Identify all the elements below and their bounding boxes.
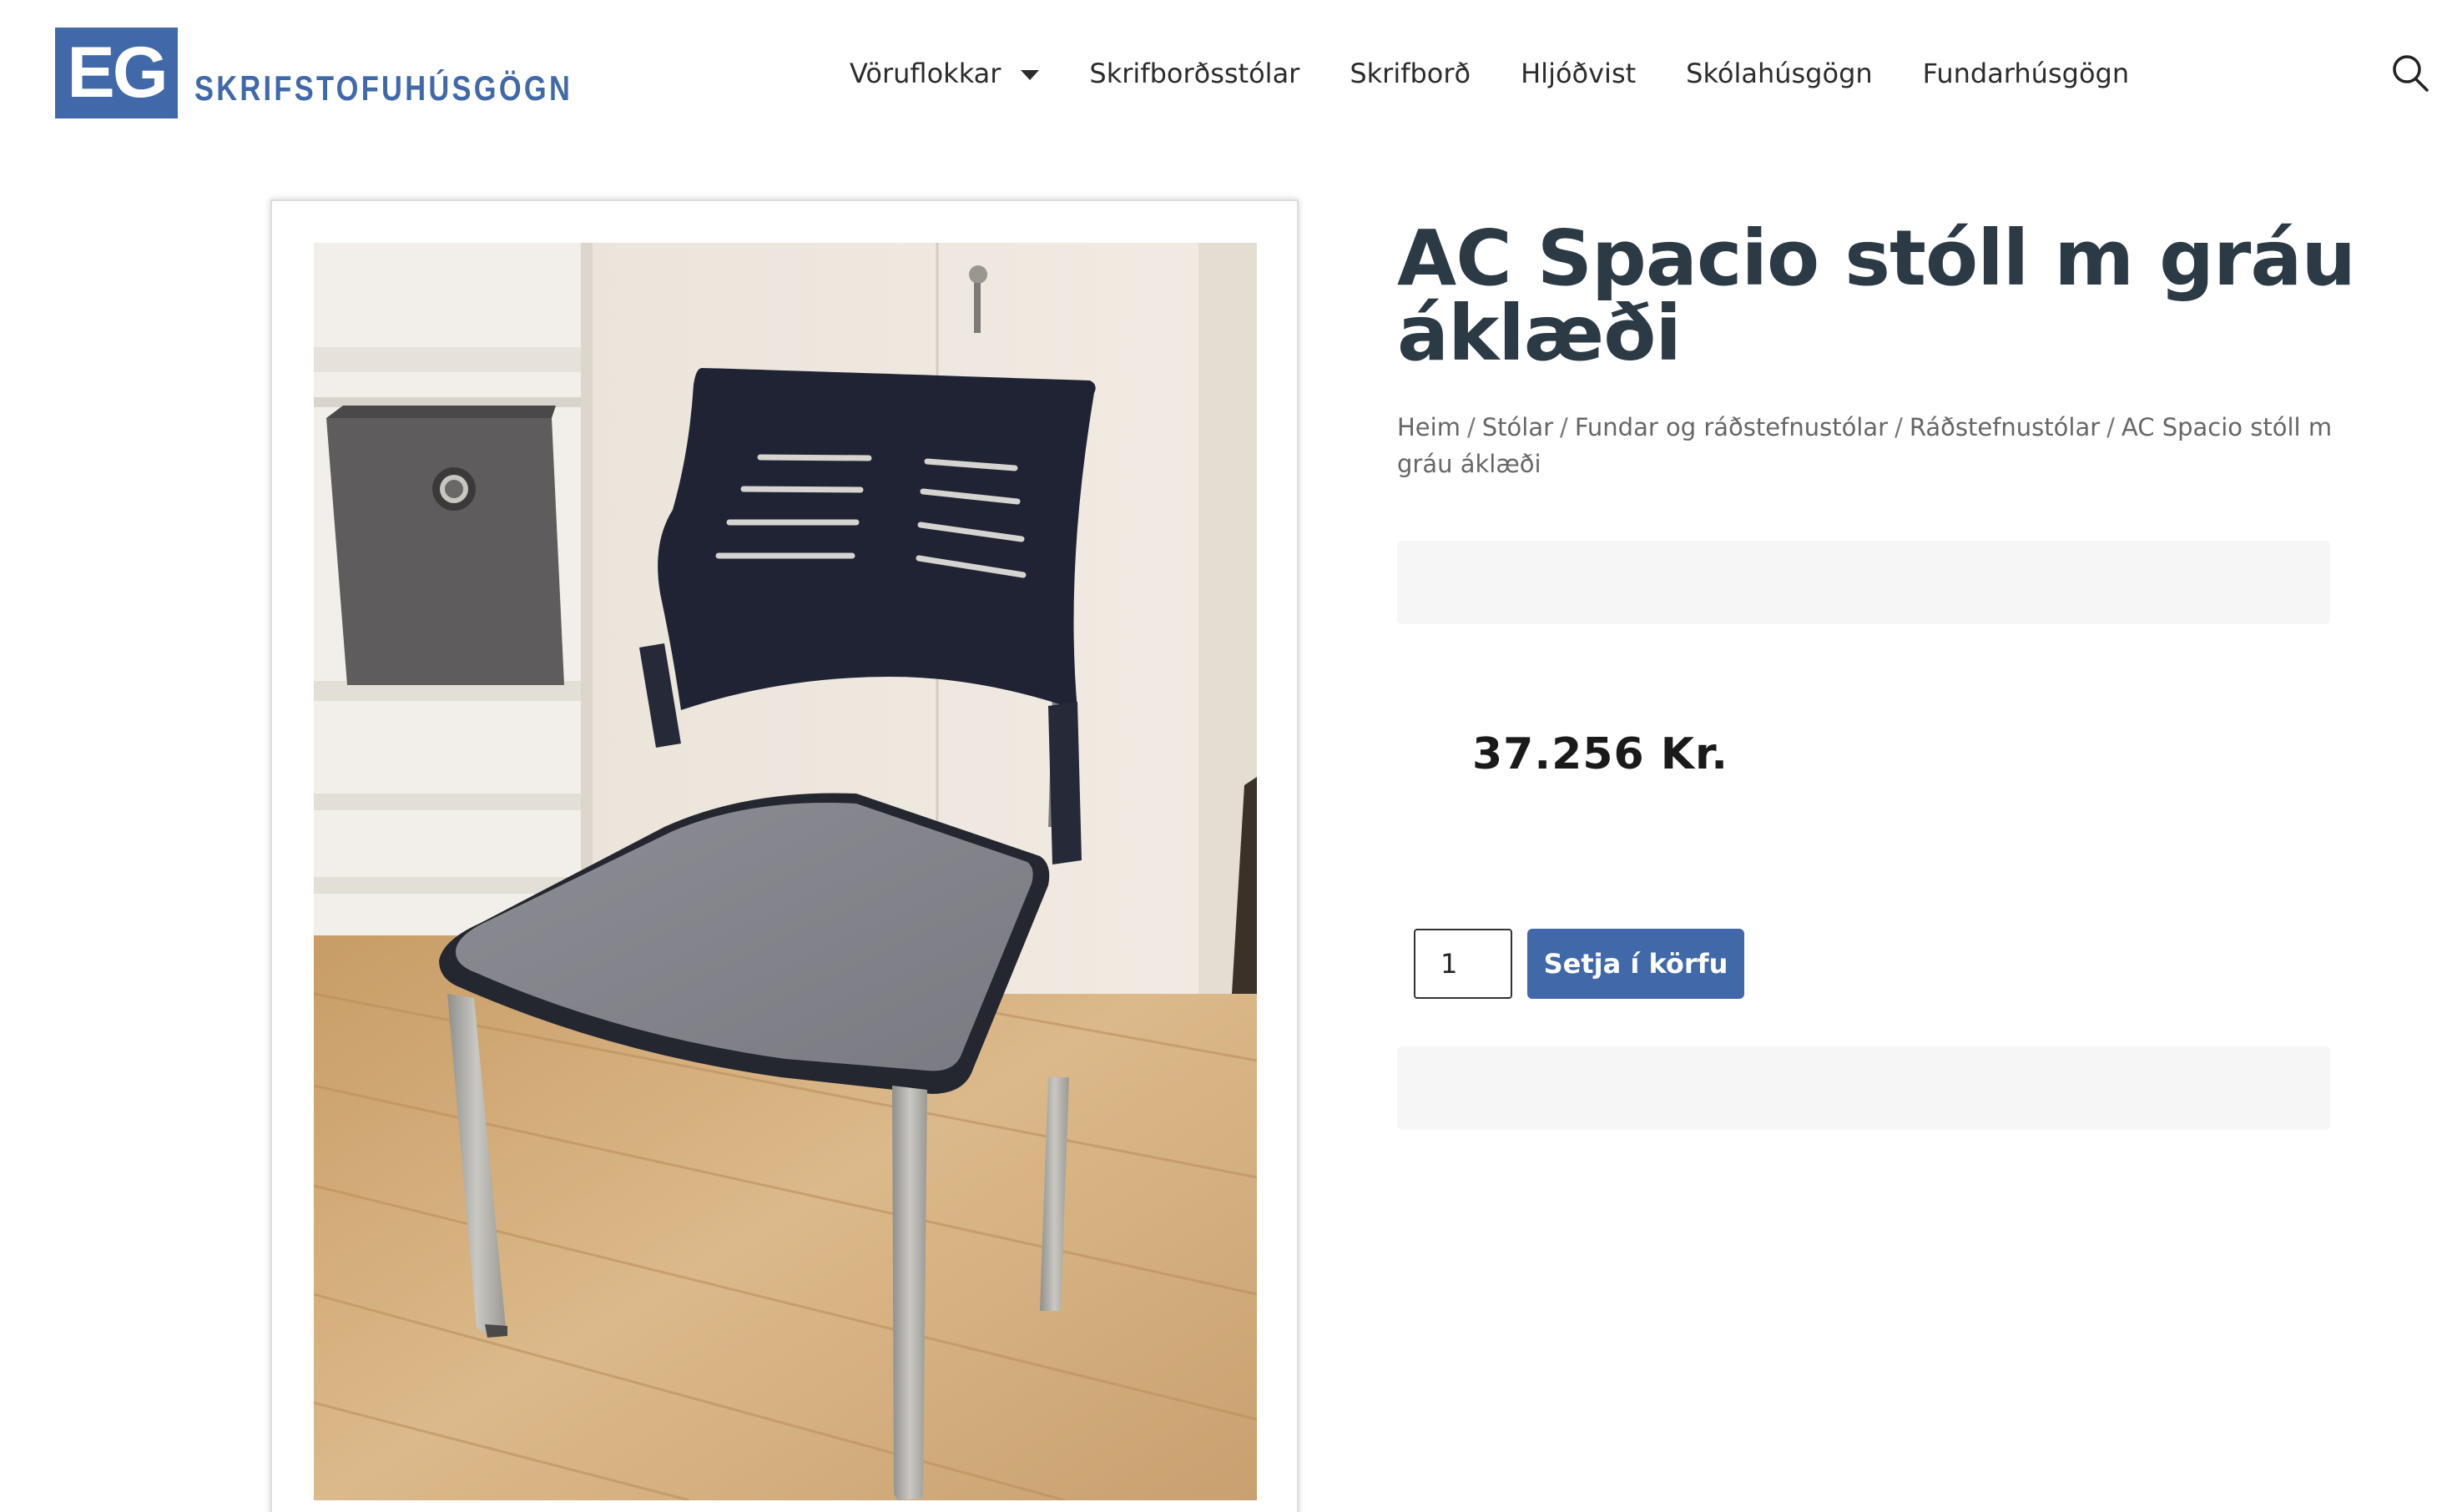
quantity-input[interactable] <box>1414 929 1512 999</box>
breadcrumb-separator: / <box>2106 413 2115 441</box>
site-header: EG SKRIFSTOFUHÚSGÖGN Vöruflokkar Skrifbo… <box>0 0 2452 142</box>
search-icon <box>2393 55 2429 92</box>
breadcrumb: Heim / Stólar / Fundar og ráðstefnustólar / Rá… <box>1397 409 2340 482</box>
breadcrumb-separator: / <box>1466 413 1476 441</box>
nav-item-skolahusgogn[interactable]: Skólahúsgögn <box>1686 58 1873 89</box>
breadcrumb-item-stolar[interactable]: Stólar <box>1482 413 1553 441</box>
nav-item-skrifbord[interactable]: Skrifborð <box>1350 58 1471 89</box>
site-logo[interactable]: EG SKRIFSTOFUHÚSGÖGN <box>55 28 656 118</box>
nav-item-hljodvist[interactable]: Hljóðvist <box>1521 58 1636 89</box>
nav-item-label: Vöruflokkar <box>850 58 1001 89</box>
breadcrumb-item-fundar[interactable]: Fundar og ráðstefnustólar <box>1575 413 1888 441</box>
caret-down-icon <box>1021 70 1040 80</box>
product-price: 37.256 Kr. <box>1472 729 1729 779</box>
product-image[interactable] <box>314 243 1257 1500</box>
breadcrumb-item-radstefnustolar[interactable]: Ráðstefnustólar <box>1910 413 2100 441</box>
info-panel-top <box>1397 541 2330 624</box>
product-title: AC Spacio stóll m gráu áklæði <box>1397 214 2356 378</box>
logo-text: SKRIFSTOFUHÚSGÖGN <box>194 68 573 108</box>
main-nav: Vöruflokkar Skrifborðsstólar Skrifborð H… <box>850 52 2129 95</box>
info-panel-bottom <box>1397 1046 2330 1130</box>
nav-item-voruflokkar[interactable]: Vöruflokkar <box>850 58 1040 89</box>
chair-photo <box>314 243 1257 1500</box>
nav-item-skrifbordsstolar[interactable]: Skrifborðsstólar <box>1089 58 1299 89</box>
logo-mark: EG <box>55 28 178 118</box>
breadcrumb-separator: / <box>1894 413 1903 441</box>
add-to-cart-button[interactable]: Setja í körfu <box>1527 929 1744 999</box>
breadcrumb-separator: / <box>1560 413 1568 441</box>
search-button[interactable] <box>2390 52 2432 95</box>
nav-item-fundarhusgogn[interactable]: Fundarhúsgögn <box>1923 58 2129 89</box>
breadcrumb-item-heim[interactable]: Heim <box>1397 413 1461 441</box>
product-gallery <box>270 199 1299 1512</box>
